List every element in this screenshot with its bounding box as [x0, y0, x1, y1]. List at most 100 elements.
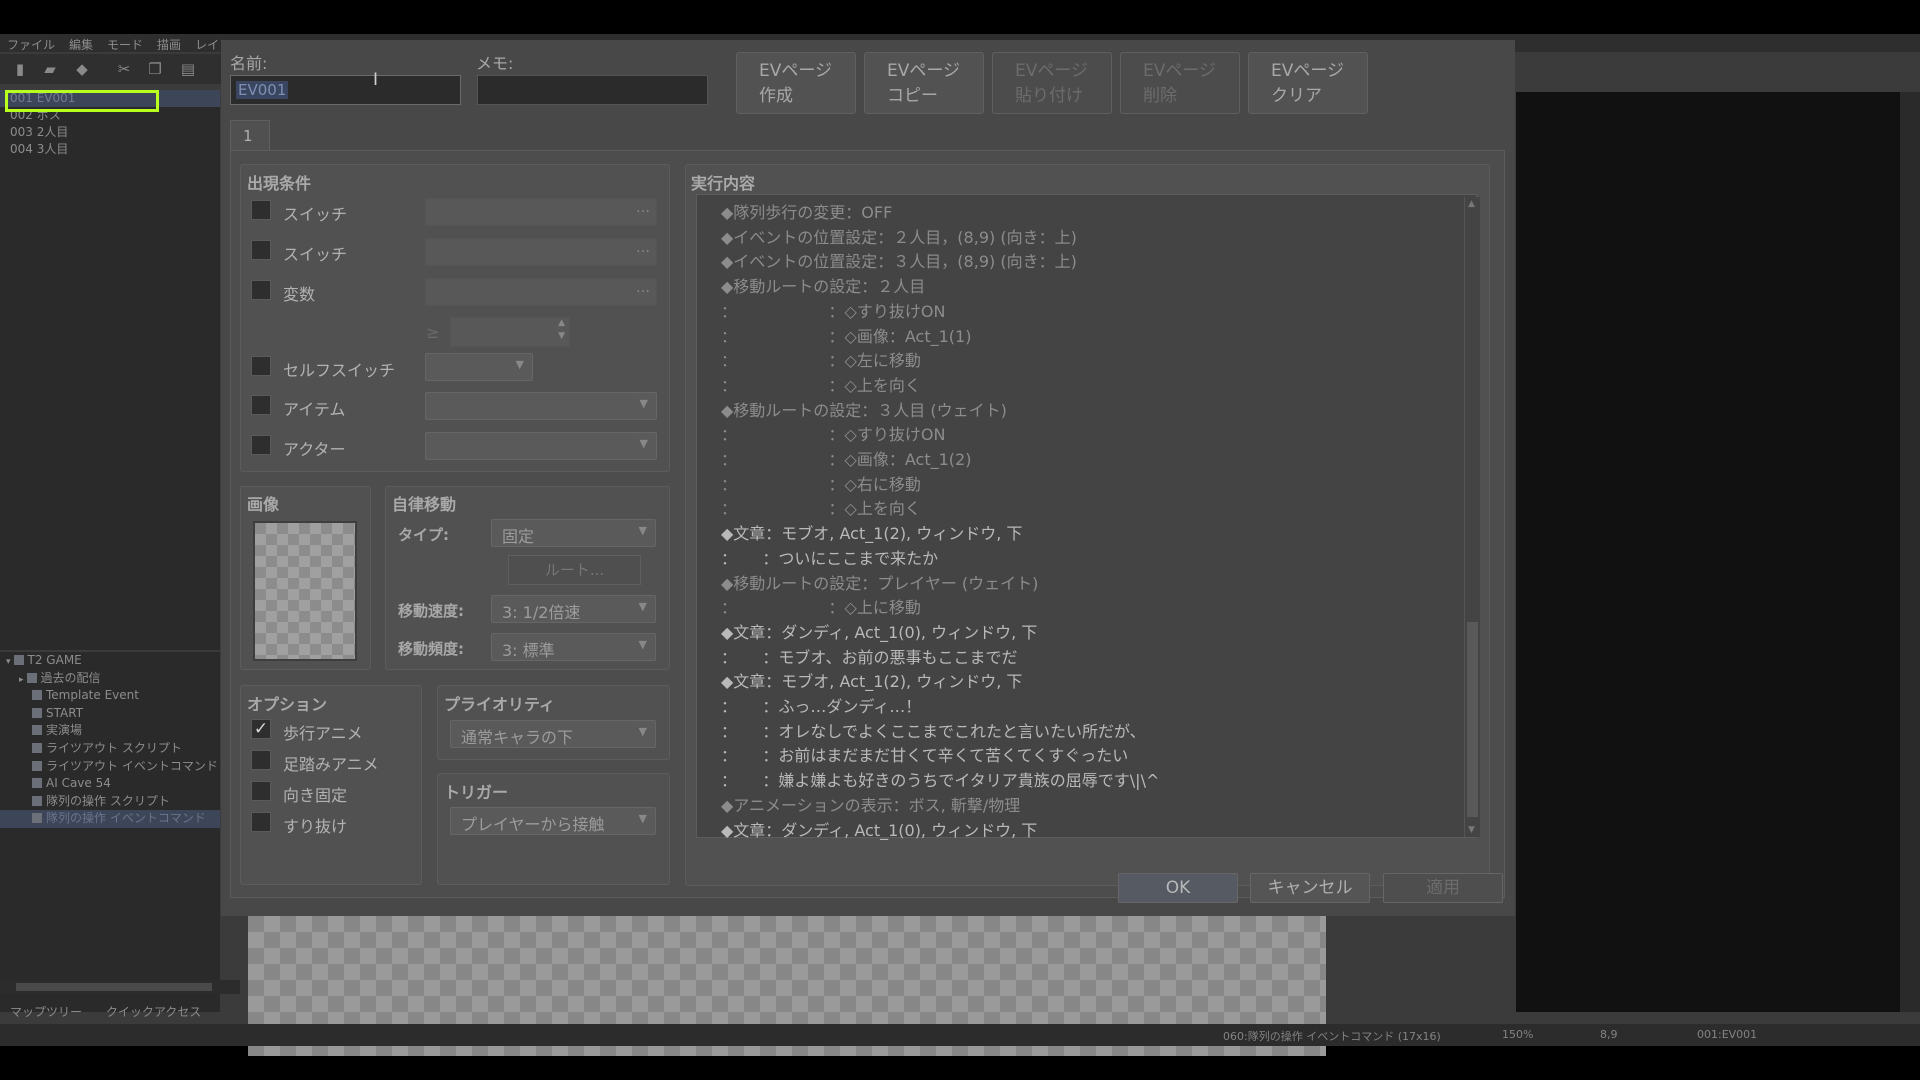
memo-field[interactable] [477, 75, 708, 105]
map-tree-item[interactable]: AI Cave 54 [0, 775, 220, 793]
command-line[interactable]: ◆イベントの位置設定：３人目，(8,9) (向き：上) [721, 248, 1077, 272]
item-select[interactable]: ▼ [425, 392, 657, 420]
tab-quick-access[interactable]: クイックアクセス [96, 1000, 211, 1023]
command-line[interactable]: ◆文章：モブオ, Act_1(2), ウィンドウ, 下 [721, 520, 1022, 544]
map-tree-item[interactable]: ▸ 過去の配信 [0, 670, 220, 688]
command-line[interactable]: ： ：◇画像：Act_1(1) [721, 323, 971, 347]
tab-page-1[interactable]: 1 [230, 120, 270, 150]
command-line[interactable]: ◆隊列歩行の変更：OFF [721, 199, 892, 223]
expander-icon[interactable]: ▾ [6, 657, 11, 667]
switch2-checkbox[interactable] [251, 240, 271, 260]
apply-button[interactable]: 適用 [1383, 873, 1503, 903]
command-line[interactable]: ： ：◇右に移動 [721, 471, 921, 495]
command-line[interactable]: ◆移動ルートの設定：プレイヤー (ウェイト) [721, 570, 1038, 594]
command-line[interactable]: ： ：◇上を向く [721, 372, 921, 396]
switch2-select[interactable]: … [425, 238, 657, 266]
option-checkbox[interactable]: ✓ [251, 719, 271, 739]
map-tree-item[interactable]: 隊列の操作 イベントコマンド [0, 810, 220, 828]
memo-label: メモ: [476, 54, 514, 73]
move-frequency-select[interactable]: 3: 標準 ▼ [491, 633, 656, 661]
switch1-select[interactable]: … [425, 198, 657, 226]
scroll-down-icon[interactable]: ▼ [1468, 825, 1475, 835]
command-line[interactable]: ： ：◇左に移動 [721, 347, 921, 371]
ok-button[interactable]: OK [1118, 873, 1238, 903]
scroll-up-icon[interactable]: ▲ [1468, 199, 1475, 209]
command-line[interactable]: ◆文章：ダンディ, Act_1(0), ウィンドウ, 下 [721, 817, 1037, 841]
variable-value-spinner[interactable]: ▲ ▼ [450, 317, 570, 347]
command-line[interactable]: ： ：◇すり抜けON [721, 421, 945, 445]
map-tree-item[interactable]: ライツアウト スクリプト [0, 740, 220, 758]
command-line[interactable]: ： ：◇上に移動 [721, 594, 921, 618]
selection-highlight [5, 90, 159, 112]
command-line[interactable]: ： ：モブオ、お前の悪事もここまでだ [721, 644, 1017, 668]
map-tree: ▾ T2 GAME ▸ 過去の配信 Template Event START 実演場 ライツア… [0, 652, 220, 1012]
event-list-item[interactable]: 004 3人目 [0, 141, 220, 158]
option-checkbox[interactable] [251, 781, 271, 801]
command-line[interactable]: ： ：お前はまだまだ甘くて辛くて苦くてくすぐったい [721, 742, 1128, 766]
map-tree-item[interactable]: Template Event [0, 687, 220, 705]
variable-select[interactable]: … [425, 278, 657, 306]
command-line[interactable]: ◆文章：ダンディ, Act_1(0), ウィンドウ, 下 [721, 619, 1037, 643]
copy-icon[interactable]: ❐ [145, 60, 165, 78]
command-line[interactable]: ： ：オレなしでよくここまでこれたと言いたい所だが、 [721, 718, 1146, 742]
cut-icon[interactable]: ✂ [114, 60, 134, 78]
map-tree-item[interactable]: 隊列の操作 スクリプト [0, 793, 220, 811]
paste-page-button[interactable]: EVページ 貼り付け [992, 52, 1112, 114]
self-switch-checkbox[interactable] [251, 356, 271, 376]
route-button[interactable]: ルート... [508, 555, 641, 585]
switch1-checkbox[interactable] [251, 200, 271, 220]
copy-page-button[interactable]: EVページ コピー [864, 52, 984, 114]
move-type-select[interactable]: 固定 ▼ [491, 519, 656, 547]
move-speed-select[interactable]: 3: 1/2倍速 ▼ [491, 595, 656, 623]
spinner-arrows-icon[interactable]: ▲ ▼ [558, 317, 565, 343]
scrollbar-thumb[interactable] [16, 983, 212, 991]
actor-checkbox[interactable] [251, 435, 271, 455]
command-line[interactable]: ◆アニメーションの表示：ボス, 斬撃/物理 [721, 792, 1020, 816]
trigger-select[interactable]: プレイヤーから接触 ▼ [450, 807, 656, 835]
command-line[interactable]: ： ：ふっ…ダンディ…！ [721, 693, 921, 717]
command-line[interactable]: ： ：◇上を向く [721, 495, 921, 519]
expander-icon[interactable]: ▸ [19, 675, 24, 685]
menu-item[interactable]: ファイル [0, 34, 62, 55]
map-tree-item[interactable]: START [0, 705, 220, 723]
option-checkbox[interactable] [251, 750, 271, 770]
paste-icon[interactable]: ▤ [178, 60, 198, 78]
menu-item[interactable]: モード [100, 34, 150, 55]
menu-item[interactable]: 描画 [150, 34, 188, 55]
command-line[interactable]: ： ：◇すり抜けON [721, 298, 945, 322]
new-page-button[interactable]: EVページ 作成 [736, 52, 856, 114]
priority-select[interactable]: 通常キャラの下 ▼ [450, 720, 656, 748]
option-checkbox[interactable] [251, 812, 271, 832]
event-image-preview[interactable] [253, 521, 357, 661]
variable-checkbox[interactable] [251, 280, 271, 300]
name-field[interactable]: EV001 [230, 75, 461, 105]
command-line[interactable]: ： ：嫌よ嫌よも好きのうちでイタリア貴族の屈辱です\|\^ [721, 767, 1159, 791]
scrollbar-thumb[interactable] [1467, 622, 1478, 817]
map-tree-scrollbar[interactable] [0, 980, 240, 994]
menu-item[interactable]: 編集 [62, 34, 100, 55]
map-vertical-scrollbar[interactable] [1900, 92, 1920, 1012]
command-list-scrollbar[interactable]: ▲ ▼ [1464, 197, 1480, 837]
event-list-item[interactable]: 003 2人目 [0, 124, 220, 141]
delete-page-button[interactable]: EVページ 削除 [1120, 52, 1240, 114]
command-line[interactable]: ◆移動ルートの設定：３人目 (ウェイト) [721, 397, 1007, 421]
open-icon[interactable]: ▰ [40, 60, 60, 78]
actor-select[interactable]: ▼ [425, 432, 657, 460]
map-tree-item[interactable]: 実演場 [0, 722, 220, 740]
switch1-dots: … [636, 200, 650, 216]
eraser-icon[interactable]: ◆ [72, 60, 92, 78]
cancel-button[interactable]: キャンセル [1250, 873, 1370, 903]
command-line[interactable]: ◆イベントの位置設定：２人目，(8,9) (向き：上) [721, 224, 1077, 248]
map-tree-item[interactable]: ライツアウト イベントコマンド [0, 758, 220, 776]
item-checkbox[interactable] [251, 395, 271, 415]
command-list[interactable]: ◆隊列歩行の変更：OFF ◆イベントの位置設定：２人目，(8,9) (向き：上) ◆… [696, 194, 1477, 841]
tab-map-tree[interactable]: マップツリー [0, 1000, 92, 1023]
command-line[interactable]: ： ：ついにここまで来たか [721, 545, 938, 569]
new-icon[interactable]: ▮ [10, 60, 30, 78]
command-line[interactable]: ◆移動ルートの設定：２人目 [721, 273, 925, 297]
command-line[interactable]: ： ：◇画像：Act_1(2) [721, 446, 971, 470]
map-tree-item[interactable]: ▾ T2 GAME [0, 652, 220, 670]
self-switch-select[interactable]: ▼ [425, 353, 533, 381]
clear-page-button[interactable]: EVページ クリア [1248, 52, 1368, 114]
command-line[interactable]: ◆文章：モブオ, Act_1(2), ウィンドウ, 下 [721, 668, 1022, 692]
